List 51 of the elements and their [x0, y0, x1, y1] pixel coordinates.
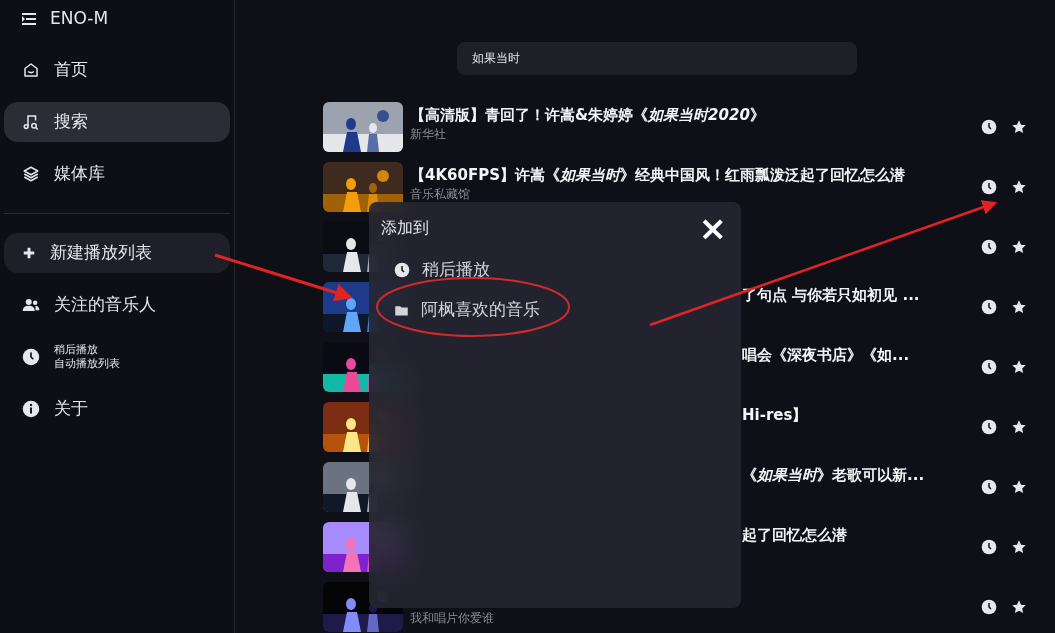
star-icon	[1011, 299, 1027, 315]
clock-icon	[981, 119, 997, 135]
dialog-list-item[interactable]: 稍后播放	[369, 250, 741, 290]
clock-icon	[981, 479, 997, 495]
star-icon	[1011, 179, 1027, 195]
song-title: 《如果当时》老歌可以新...	[742, 465, 925, 485]
sidebar-item-sublabel: 自动播放列表	[54, 357, 120, 371]
sidebar-item[interactable]: 首页	[4, 50, 230, 90]
song-title: Hi-res】	[742, 405, 808, 425]
sidebar-item[interactable]: 稍后播放 自动播放列表	[4, 331, 230, 383]
song-author: 新华社	[410, 126, 447, 142]
new-playlist-button[interactable]: 新建播放列表	[4, 233, 230, 273]
menu-icon[interactable]	[22, 13, 36, 25]
clock-icon	[981, 599, 997, 615]
sidebar-item[interactable]: 关注的音乐人	[4, 285, 230, 325]
song-author: 我和唱片你爱谁	[410, 610, 495, 626]
plus-icon	[22, 246, 36, 260]
song-title: 起了回忆怎么潜	[742, 525, 847, 545]
info-icon	[22, 400, 40, 418]
clock-icon	[981, 539, 997, 555]
star-icon	[1011, 359, 1027, 375]
dialog-title: 添加到	[381, 217, 429, 239]
close-button[interactable]: ×	[698, 214, 727, 242]
clock-icon	[394, 262, 410, 278]
dialog-list-item[interactable]: 阿枫喜欢的音乐	[369, 290, 741, 330]
clock-icon	[981, 419, 997, 435]
song-author: 音乐私藏馆	[410, 186, 471, 202]
star-icon	[1011, 419, 1027, 435]
layers-icon	[22, 165, 40, 183]
sidebar-item[interactable]: 搜索	[4, 102, 230, 142]
clock-icon	[981, 299, 997, 315]
users-icon	[22, 296, 40, 314]
sidebar-item[interactable]: 媒体库	[4, 154, 230, 194]
star-icon	[1011, 239, 1027, 255]
song-title: 唱会《深夜书店》《如...	[742, 345, 910, 365]
sidebar-item[interactable]: 关于	[4, 389, 230, 429]
sidebar-item-label: 稍后播放	[54, 343, 99, 357]
app-title: ENO-M	[50, 7, 109, 31]
clock-icon	[981, 179, 997, 195]
song-title: 【高清版】青回了！许嵩&朱婷婷《如果当时2020》	[410, 105, 765, 125]
star-icon	[1011, 119, 1027, 135]
home-icon	[22, 61, 40, 79]
music-search-icon	[22, 113, 40, 131]
clock-icon	[22, 348, 40, 366]
clock-icon	[981, 359, 997, 375]
clock-icon	[981, 239, 997, 255]
song-title: 【4K60FPS】许嵩《如果当时》经典中国风！红雨瓢泼泛起了回忆怎么潜	[410, 165, 905, 185]
star-icon	[1011, 599, 1027, 615]
search-field[interactable]: 如果当时	[457, 42, 857, 75]
star-icon	[1011, 539, 1027, 555]
star-icon	[1011, 479, 1027, 495]
